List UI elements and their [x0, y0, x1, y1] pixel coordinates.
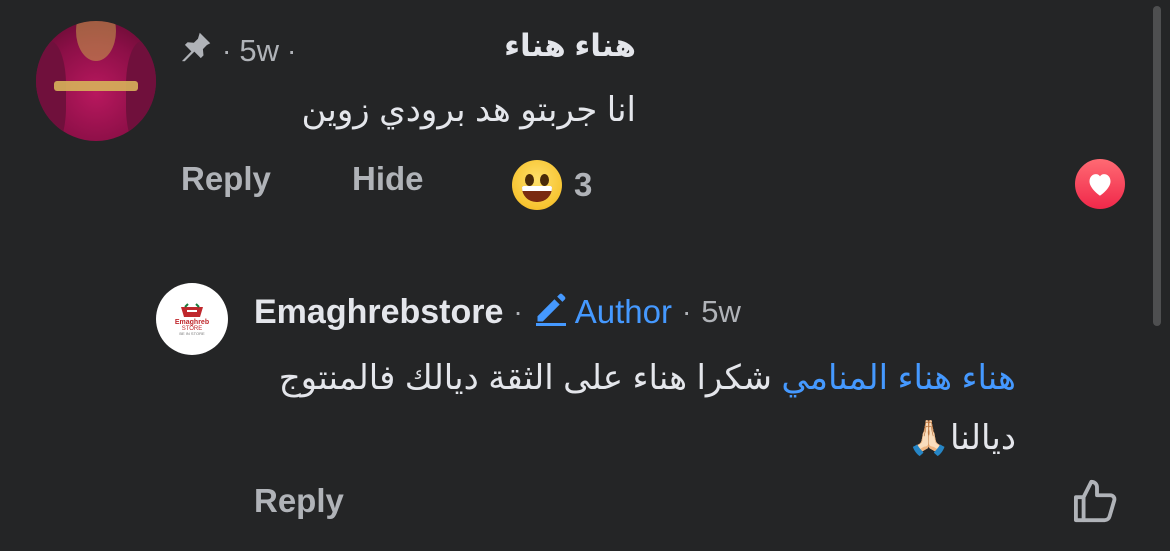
- heart-reaction-icon[interactable]: [1073, 157, 1127, 211]
- author-avatar[interactable]: Emaghreb STORE BE IN STORE: [156, 283, 228, 355]
- author-label: Author: [574, 293, 672, 330]
- hide-button[interactable]: Hide: [352, 160, 424, 198]
- commenter-name[interactable]: هناء هناء: [440, 28, 636, 64]
- grinning-emoji-icon: [512, 160, 562, 210]
- thumbs-up-icon[interactable]: [1072, 478, 1122, 529]
- reply-time: 5w: [701, 294, 741, 329]
- comment-time: 5w: [239, 33, 279, 68]
- reply-meta: Emaghrebstore · Author · 5w: [254, 290, 741, 334]
- praying-hands-emoji: 🙏🏻: [907, 419, 951, 457]
- reply-text-block: هناء هناء المنامي شكرا هناء على الثقة دي…: [250, 348, 1016, 468]
- author-name[interactable]: Emaghrebstore: [254, 293, 503, 332]
- comment-text: انا جربتو هد برودي زوين: [301, 91, 636, 129]
- reaction-summary[interactable]: 3: [512, 160, 592, 210]
- reply-button[interactable]: Reply: [181, 160, 271, 198]
- comment-meta: · 5w ·: [178, 30, 296, 72]
- pencil-icon: [533, 290, 569, 334]
- author-badge: Author: [533, 290, 672, 334]
- reply-to-reply-button[interactable]: Reply: [254, 482, 344, 520]
- reaction-count: 3: [574, 166, 593, 203]
- pin-icon: [178, 29, 214, 73]
- store-logo-icon: [180, 302, 203, 317]
- commenter-avatar[interactable]: [36, 21, 156, 141]
- scrollbar[interactable]: [1153, 6, 1161, 326]
- mention-link[interactable]: هناء هناء المنامي: [781, 359, 1016, 397]
